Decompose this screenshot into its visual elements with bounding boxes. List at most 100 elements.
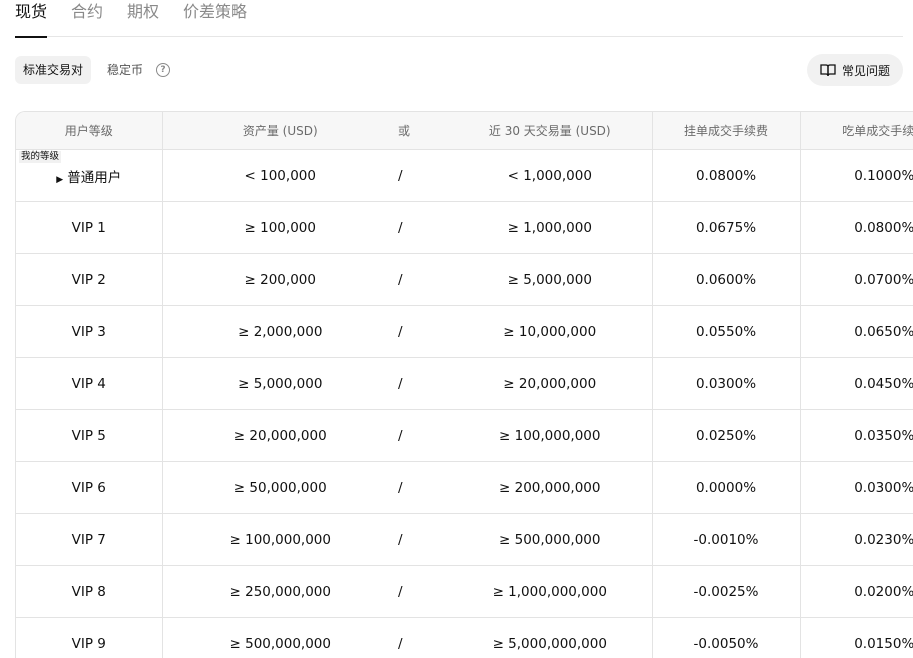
- cell-taker-fee: 0.0300%: [799, 461, 913, 514]
- cell-or-volume: / ≥ 100,000,000: [398, 409, 652, 462]
- header-taker-fee: 吃单成交手续费: [799, 112, 913, 150]
- cell-assets: ≥ 200,000: [161, 253, 398, 306]
- cell-assets: ≥ 100,000,000: [161, 513, 398, 566]
- cell-user-level: VIP 2: [16, 253, 162, 306]
- cell-or-volume: / < 1,000,000: [398, 149, 652, 202]
- cell-or: /: [398, 583, 403, 600]
- table-row: VIP 5 ≥ 20,000,000/ ≥ 100,000,000 0.0250% 0.…: [16, 409, 913, 462]
- level-label: VIP 1: [71, 219, 106, 236]
- standard-pairs-button[interactable]: 标准交易对: [15, 56, 92, 84]
- header-maker-fee: 挂单成交手续费: [651, 112, 800, 150]
- level-label: VIP 4: [71, 375, 106, 392]
- fee-table-container[interactable]: 用户等级 资产量 (USD) 或近 30 天交易量 (USD) 挂单成交手续费 …: [15, 111, 913, 658]
- cell-volume: ≥ 1,000,000,000: [492, 583, 607, 600]
- level-label: 普通用户: [67, 169, 122, 186]
- cell-volume: ≥ 200,000,000: [499, 479, 601, 496]
- cell-or: /: [398, 167, 403, 184]
- cell-maker-fee: -0.0010%: [651, 513, 800, 566]
- cell-taker-fee: 0.0230%: [799, 513, 913, 566]
- cell-user-level: VIP 1: [16, 201, 162, 254]
- cell-user-level: VIP 5: [16, 409, 162, 462]
- level-label: VIP 7: [71, 531, 106, 548]
- cell-assets: ≥ 250,000,000: [161, 565, 398, 618]
- table-body: 我的等级 ▶ 普通用户 < 100,000/< 1,000,000 0.0800% 0.1…: [16, 149, 913, 658]
- table-row: VIP 6 ≥ 50,000,000/ ≥ 200,000,000 0.0000% 0.…: [16, 461, 913, 514]
- cell-assets: ≥ 20,000,000: [161, 409, 398, 462]
- cell-maker-fee: 0.0600%: [651, 253, 800, 306]
- faq-button[interactable]: 常见问题: [807, 54, 903, 86]
- cell-maker-fee: 0.0000%: [651, 461, 800, 514]
- question-mark-icon[interactable]: ?: [156, 63, 170, 77]
- cell-assets: < 100,000: [161, 149, 398, 202]
- triangle-right-icon: ▶: [56, 174, 64, 185]
- cell-volume: ≥ 5,000,000,000: [492, 635, 607, 652]
- cell-assets: ≥ 500,000,000: [161, 617, 398, 658]
- cell-or: /: [398, 427, 403, 444]
- level-label: VIP 2: [71, 271, 106, 288]
- cell-user-level: VIP 8: [16, 565, 162, 618]
- cell-assets: ≥ 50,000,000: [161, 461, 398, 514]
- cell-maker-fee: 0.0300%: [651, 357, 800, 410]
- faq-label: 常见问题: [841, 63, 890, 78]
- cell-or: /: [398, 479, 403, 496]
- cell-taker-fee: 0.1000%: [799, 149, 913, 202]
- cell-or-volume: / ≥ 5,000,000,000: [398, 617, 652, 658]
- cell-or-volume: / ≥ 500,000,000: [398, 513, 652, 566]
- cell-maker-fee: -0.0025%: [651, 565, 800, 618]
- table-row: VIP 4 ≥ 5,000,000/ ≥ 20,000,000 0.0300% 0.04…: [16, 357, 913, 410]
- cell-or-volume: / ≥ 5,000,000: [398, 253, 652, 306]
- table-row: VIP 9 ≥ 500,000,000/ ≥ 5,000,000,000 -0.005…: [16, 617, 913, 658]
- table-row: VIP 8 ≥ 250,000,000/ ≥ 1,000,000,000 -0.002…: [16, 565, 913, 618]
- cell-or-volume: / ≥ 20,000,000: [398, 357, 652, 410]
- product-tabs: 现货 合约 期权 价差策略: [15, 0, 903, 38]
- cell-or: /: [398, 531, 403, 548]
- cell-or-volume: / ≥ 1,000,000: [398, 201, 652, 254]
- cell-or: /: [398, 323, 403, 340]
- table-row: VIP 2 ≥ 200,000/ ≥ 5,000,000 0.0600% 0.0700%: [16, 253, 913, 306]
- stablecoin-button[interactable]: 稳定币: [107, 56, 143, 84]
- tab-spot[interactable]: 现货: [15, 0, 48, 38]
- cell-taker-fee: 0.0700%: [799, 253, 913, 306]
- cell-volume: ≥ 10,000,000: [503, 323, 597, 340]
- header-user-level: 用户等级: [16, 112, 162, 150]
- cell-volume: ≥ 20,000,000: [503, 375, 597, 392]
- cell-maker-fee: 0.0250%: [651, 409, 800, 462]
- cell-volume: ≥ 1,000,000: [507, 219, 592, 236]
- table-row: 我的等级 ▶ 普通用户 < 100,000/ < 1,000,000 0.0800% 0.1…: [16, 149, 913, 202]
- table-header-row: 用户等级 资产量 (USD) 或近 30 天交易量 (USD) 挂单成交手续费 …: [16, 112, 913, 150]
- tab-spread-strategy[interactable]: 价差策略: [183, 0, 247, 37]
- cell-taker-fee: 0.0800%: [799, 201, 913, 254]
- cell-user-level: VIP 6: [16, 461, 162, 514]
- level-label: VIP 9: [71, 635, 106, 652]
- cell-or-volume: / ≥ 10,000,000: [398, 305, 652, 358]
- header-volume: 近 30 天交易量 (USD): [488, 124, 611, 138]
- cell-taker-fee: 0.0450%: [799, 357, 913, 410]
- level-label: VIP 8: [71, 583, 106, 600]
- header-or-label: 或: [398, 124, 411, 138]
- cell-taker-fee: 0.0150%: [799, 617, 913, 658]
- cell-maker-fee: -0.0050%: [651, 617, 800, 658]
- table-row: VIP 1 ≥ 100,000/ ≥ 1,000,000 0.0675% 0.0800%: [16, 201, 913, 254]
- cell-assets: ≥ 2,000,000: [161, 305, 398, 358]
- cell-user-level: VIP 7: [16, 513, 162, 566]
- cell-maker-fee: 0.0550%: [651, 305, 800, 358]
- cell-user-level: VIP 4: [16, 357, 162, 410]
- cell-volume: ≥ 500,000,000: [499, 531, 601, 548]
- level-label: VIP 3: [71, 323, 106, 340]
- fee-table: 用户等级 资产量 (USD) 或近 30 天交易量 (USD) 挂单成交手续费 …: [16, 112, 913, 658]
- level-label: VIP 6: [71, 479, 106, 496]
- table-row: VIP 3 ≥ 2,000,000/ ≥ 10,000,000 0.0550% 0.06…: [16, 305, 913, 358]
- cell-or: /: [398, 271, 403, 288]
- cell-volume: ≥ 5,000,000: [507, 271, 592, 288]
- header-or: 或 近 30 天交易量 (USD): [398, 112, 652, 150]
- cell-taker-fee: 0.0350%: [799, 409, 913, 462]
- cell-assets: ≥ 100,000: [161, 201, 398, 254]
- my-level-badge: 我的等级: [19, 151, 62, 163]
- cell-volume: < 1,000,000: [507, 167, 592, 184]
- sub-filter-bar: 标准交易对 稳定币 ? 常见问题: [15, 54, 903, 86]
- cell-or-volume: / ≥ 200,000,000: [398, 461, 652, 514]
- header-assets: 资产量 (USD): [161, 112, 398, 150]
- cell-or: /: [398, 219, 403, 236]
- tab-futures[interactable]: 合约: [71, 0, 103, 37]
- tab-options[interactable]: 期权: [127, 0, 159, 37]
